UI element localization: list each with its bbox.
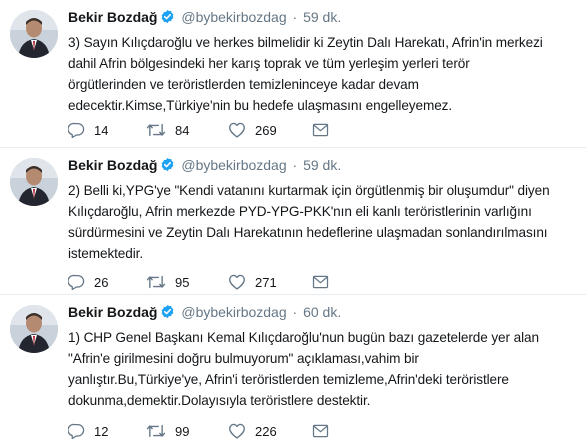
like-count: 226 <box>255 423 277 439</box>
reply-button[interactable]: 14 <box>68 120 108 140</box>
tweet-text: 2) Belli ki,YPG'ye "Kendi vatanını kurta… <box>68 180 578 264</box>
tweet-text-line: dokunma,demektir.Dolayısıyla teröristler… <box>68 393 371 408</box>
like-button[interactable]: 269 <box>228 120 277 140</box>
tweet-text-line: sürdürmesini ve Zeytin Dalı Harekatının … <box>68 225 548 240</box>
retweet-button[interactable]: 84 <box>146 120 189 140</box>
speech-bubble-icon <box>68 274 85 290</box>
author-name[interactable]: Bekir Bozdağ <box>68 304 157 320</box>
like-count: 269 <box>255 122 277 138</box>
verified-badge-icon <box>160 9 175 28</box>
tweet-actions: 14 84 269 <box>68 120 368 140</box>
tweet-actions: 12 99 226 <box>68 421 368 441</box>
reply-count: 14 <box>94 122 109 138</box>
envelope-icon <box>312 275 329 289</box>
tweet-text-line: edecektir.Kimse,Türkiye'nin bu hedefe ul… <box>68 98 453 113</box>
like-button[interactable]: 226 <box>228 421 277 441</box>
tweet[interactable]: Bekir Bozdağ @bybekirbozdag · 59 dk. 2) … <box>0 148 586 295</box>
reply-count: 12 <box>94 423 109 439</box>
author-name[interactable]: Bekir Bozdağ <box>68 9 157 25</box>
author-name[interactable]: Bekir Bozdağ <box>68 157 157 173</box>
tweet-text-line: "Afrin'e girilmesini doğru bulmuyorum" a… <box>68 351 419 366</box>
retweet-arrows-icon <box>146 275 166 289</box>
tweet[interactable]: Bekir Bozdağ @bybekirbozdag · 60 dk. 1) … <box>0 295 586 441</box>
tweet-timestamp[interactable]: 59 dk. <box>303 157 341 173</box>
envelope-icon <box>312 123 329 137</box>
heart-icon <box>229 423 245 439</box>
author-handle[interactable]: @bybekirbozdag <box>181 157 286 173</box>
tweet[interactable]: Bekir Bozdağ @bybekirbozdag · 59 dk. 3) … <box>0 0 586 148</box>
tweet-timestamp[interactable]: 60 dk. <box>303 304 341 320</box>
retweet-button[interactable]: 95 <box>146 272 189 292</box>
reply-count: 26 <box>94 274 109 290</box>
envelope-icon <box>312 424 329 438</box>
reply-button[interactable]: 12 <box>68 421 108 441</box>
author-handle[interactable]: @bybekirbozdag <box>181 304 286 320</box>
tweet-text-line: örgütlerinden ve teröristlerden temizlen… <box>68 77 419 92</box>
avatar[interactable] <box>10 305 58 353</box>
tweet-text-line: Kılıçdaroğlu, Afrin merkezde PYD-YPG-PKK… <box>68 204 532 219</box>
avatar[interactable] <box>10 10 58 58</box>
reply-button[interactable]: 26 <box>68 272 108 292</box>
tweet-text-line: dahil Afrin bölgesindeki her karış topra… <box>68 56 470 71</box>
tweet-text-line: 2) Belli ki,YPG'ye "Kendi vatanını kurta… <box>68 183 550 198</box>
direct-message-button[interactable] <box>312 272 338 292</box>
tweet-text-line: istemektedir. <box>68 246 144 261</box>
heart-icon <box>229 122 245 138</box>
tweet-timestamp[interactable]: 59 dk. <box>303 9 341 25</box>
retweet-count: 99 <box>175 423 190 439</box>
tweet-text-line: yanlıştır.Bu,Türkiye'ye, Afrin'i teröris… <box>68 372 509 387</box>
retweet-count: 95 <box>175 274 190 290</box>
avatar[interactable] <box>10 158 58 206</box>
speech-bubble-icon <box>68 423 85 439</box>
tweet-text-line: 1) CHP Genel Başkanı Kemal Kılıçdaroğlu'… <box>68 330 539 345</box>
retweet-count: 84 <box>175 122 190 138</box>
retweet-button[interactable]: 99 <box>146 421 189 441</box>
direct-message-button[interactable] <box>312 120 338 140</box>
tweet-text: 1) CHP Genel Başkanı Kemal Kılıçdaroğlu'… <box>68 327 578 411</box>
retweet-arrows-icon <box>146 424 166 438</box>
verified-badge-icon <box>160 157 175 176</box>
retweet-arrows-icon <box>146 123 166 137</box>
direct-message-button[interactable] <box>312 421 338 441</box>
verified-badge-icon <box>160 304 175 323</box>
separator-dot: · <box>292 304 298 320</box>
tweet-text: 3) Sayın Kılıçdaroğlu ve herkes bilmelid… <box>68 32 578 116</box>
heart-icon <box>229 274 245 290</box>
tweet-timeline: Bekir Bozdağ @bybekirbozdag · 59 dk. 3) … <box>0 0 586 441</box>
author-handle[interactable]: @bybekirbozdag <box>181 9 286 25</box>
separator-dot: · <box>292 9 298 25</box>
like-button[interactable]: 271 <box>228 272 277 292</box>
separator-dot: · <box>292 157 298 173</box>
tweet-actions: 26 95 271 <box>68 272 368 292</box>
speech-bubble-icon <box>68 122 85 138</box>
like-count: 271 <box>255 274 277 290</box>
tweet-text-line: 3) Sayın Kılıçdaroğlu ve herkes bilmelid… <box>68 35 543 50</box>
